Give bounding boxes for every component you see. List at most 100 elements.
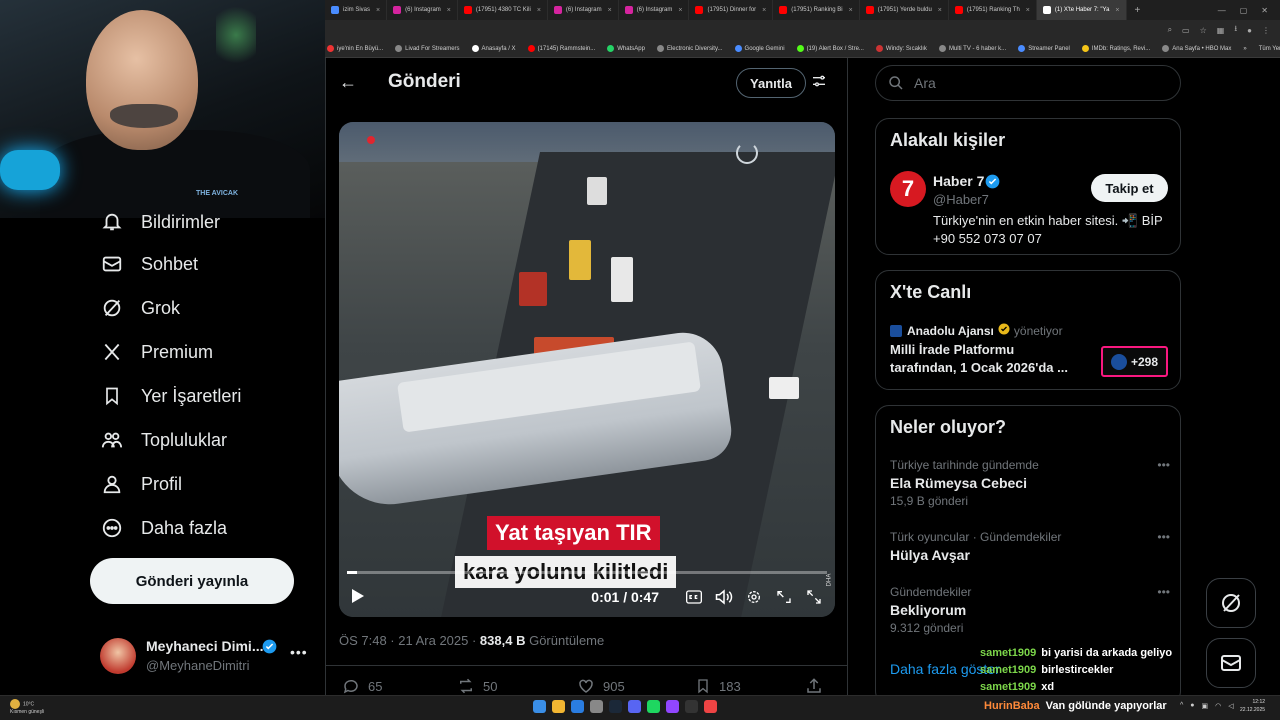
live-host[interactable]: Anadolu Ajansı yönetiyor — [890, 323, 1063, 338]
live-listeners-badge[interactable]: +298 — [1101, 346, 1168, 377]
bookmark-item[interactable]: IMDb: Ratings, Revi... — [1081, 45, 1150, 52]
bookmarks-overflow-icon[interactable]: » — [1243, 46, 1246, 52]
zoom-icon[interactable]: ⌕ — [1168, 25, 1172, 35]
close-window-button[interactable]: ✕ — [1261, 6, 1268, 15]
video-player[interactable]: Yat taşıyan TIR kara yolunu kilitledi DH… — [339, 122, 835, 617]
nav-communities[interactable]: Topluluklar — [100, 425, 227, 455]
video-progress-bar[interactable] — [347, 571, 827, 574]
settings-gear-icon[interactable] — [745, 588, 763, 606]
bookmark-item[interactable]: Anasayfa / X — [471, 45, 516, 52]
captions-icon[interactable] — [685, 588, 703, 606]
trend-item[interactable]: Gündemdekiler Bekliyorum 9.312 gönderi •… — [890, 585, 1170, 635]
app-icon[interactable] — [685, 700, 698, 713]
bookmark-item[interactable]: WhatsApp — [607, 45, 645, 52]
tab-close-icon[interactable]: × — [376, 7, 380, 14]
browser-tab[interactable]: (17951) Dinner for × — [689, 0, 774, 20]
tab-close-icon[interactable]: × — [1026, 7, 1030, 14]
download-icon[interactable]: ⭳ — [1234, 23, 1237, 37]
bookmark-item[interactable]: Multi TV - 6 haber k... — [938, 45, 1006, 52]
messages-fab[interactable] — [1206, 638, 1256, 688]
start-icon[interactable] — [533, 700, 546, 713]
pip-icon[interactable] — [775, 588, 793, 606]
tab-close-icon[interactable]: × — [938, 7, 942, 14]
like-action[interactable]: 905 — [577, 677, 695, 695]
browser-tab[interactable]: (6) Instagram × — [548, 0, 619, 20]
volume-icon[interactable] — [715, 588, 733, 606]
bookmark-item[interactable]: Ana Sayfa • HBO Max — [1162, 45, 1231, 52]
new-tab-button[interactable]: + — [1127, 5, 1149, 16]
more-icon[interactable]: ••• — [290, 644, 308, 660]
tray-chevron-icon[interactable]: ^ — [1180, 702, 1183, 710]
menu-icon[interactable]: ⋮ — [1262, 26, 1270, 35]
star-icon[interactable]: ☆ — [1200, 26, 1207, 35]
extensions-icon[interactable]: ▦ — [1217, 26, 1225, 35]
browser-tab[interactable]: (17951) Ranking Bi × — [773, 0, 860, 20]
live-space-title[interactable]: Milli İrade Platformu tarafından, 1 Ocak… — [890, 341, 1080, 377]
discord-icon[interactable] — [628, 700, 641, 713]
filter-icon[interactable] — [811, 73, 827, 94]
spotify-icon[interactable] — [647, 700, 660, 713]
follow-button[interactable]: Takip et — [1091, 174, 1168, 202]
bookmark-item[interactable]: (17145) Rammstein... — [527, 45, 595, 52]
haber7-avatar[interactable]: 7 — [890, 171, 926, 207]
cast-icon[interactable]: ▭ — [1182, 26, 1190, 35]
browser-tab[interactable]: (6) Instagram × — [387, 0, 458, 20]
bookmark-item[interactable]: Google Gemini — [734, 45, 785, 52]
browser-tab[interactable]: (17951) Ranking Th × — [949, 0, 1037, 20]
speaker-icon[interactable]: ◁ — [1228, 702, 1233, 710]
search-input[interactable] — [914, 75, 1154, 91]
bookmark-item[interactable]: Streamer Panel — [1018, 45, 1070, 52]
tab-close-icon[interactable]: × — [678, 7, 682, 14]
tab-close-icon[interactable]: × — [608, 7, 612, 14]
bookmark-item[interactable]: Electronic Diversity... — [656, 45, 723, 52]
app-icon[interactable] — [571, 700, 584, 713]
clock[interactable]: 12:12 22.12.2025 — [1240, 698, 1265, 714]
trend-more-icon[interactable]: ••• — [1157, 458, 1170, 472]
browser-tab[interactable]: (6) Instagram × — [619, 0, 690, 20]
nav-bookmarks[interactable]: Yer İşaretleri — [100, 381, 241, 411]
share-action[interactable] — [805, 677, 831, 695]
play-icon[interactable] — [351, 588, 365, 607]
related-name[interactable]: Haber 7 — [933, 173, 984, 189]
tab-close-icon[interactable]: × — [1115, 7, 1119, 14]
bookmark-item[interactable]: Windy: Sıcaklık — [875, 45, 927, 52]
tab-close-icon[interactable]: × — [849, 7, 853, 14]
nav-grok[interactable]: Grok — [100, 293, 180, 323]
bookmark-item[interactable]: (19) Alert Box / Stre... — [796, 45, 864, 52]
app-icon[interactable] — [590, 700, 603, 713]
trend-more-icon[interactable]: ••• — [1157, 530, 1170, 544]
chrome-icon[interactable] — [552, 700, 565, 713]
reply-button[interactable]: Yanıtla — [736, 68, 806, 98]
nav-more[interactable]: Daha fazla — [100, 513, 227, 543]
repost-action[interactable]: 50 — [457, 677, 577, 695]
tab-close-icon[interactable]: × — [447, 7, 451, 14]
browser-tab[interactable]: izim Sivas × — [325, 0, 388, 20]
browser-tab[interactable]: (17951) Yerde buldu × — [860, 0, 949, 20]
tray-icon[interactable]: ● — [1190, 702, 1194, 710]
back-arrow-icon[interactable]: ← — [339, 72, 359, 93]
nav-profile[interactable]: Profil — [100, 469, 182, 499]
tab-close-icon[interactable]: × — [762, 7, 766, 14]
search-box[interactable] — [875, 65, 1181, 101]
trend-more-icon[interactable]: ••• — [1157, 585, 1170, 599]
bookmark-action[interactable]: 183 — [695, 677, 805, 695]
post-timestamp[interactable]: ÖS 7:48 · 21 Ara 2025 · — [339, 633, 480, 648]
trend-item[interactable]: Türkiye tarihinde gündemde Ela Rümeysa C… — [890, 458, 1170, 508]
post-button[interactable]: Gönderi yayınla — [90, 558, 294, 604]
bookmark-item[interactable]: Livad For Streamers — [395, 45, 460, 52]
grok-fab[interactable] — [1206, 578, 1256, 628]
wifi-icon[interactable]: ◠ — [1215, 702, 1221, 710]
profile-icon[interactable]: ● — [1247, 26, 1252, 35]
nav-premium[interactable]: Premium — [100, 337, 213, 367]
all-bookmarks[interactable]: Tüm Yer İşaretleri — [1259, 46, 1280, 52]
app-icon[interactable] — [704, 700, 717, 713]
restore-button[interactable]: ▢ — [1240, 6, 1248, 15]
nav-chat[interactable]: Sohbet — [100, 249, 198, 279]
minimize-button[interactable]: — — [1218, 6, 1226, 15]
weather-widget[interactable]: 10°C Kısmen güneşli — [10, 699, 44, 716]
browser-tab[interactable]: (1) X'te Haber 7: "Ya × — [1036, 0, 1127, 20]
browser-tab[interactable]: (17951) 4380 TC Kili × — [458, 0, 548, 20]
reply-action[interactable]: 65 — [342, 677, 457, 695]
fullscreen-icon[interactable] — [805, 588, 823, 606]
bookmark-item[interactable]: iye'nin En Büyü... — [327, 45, 383, 52]
